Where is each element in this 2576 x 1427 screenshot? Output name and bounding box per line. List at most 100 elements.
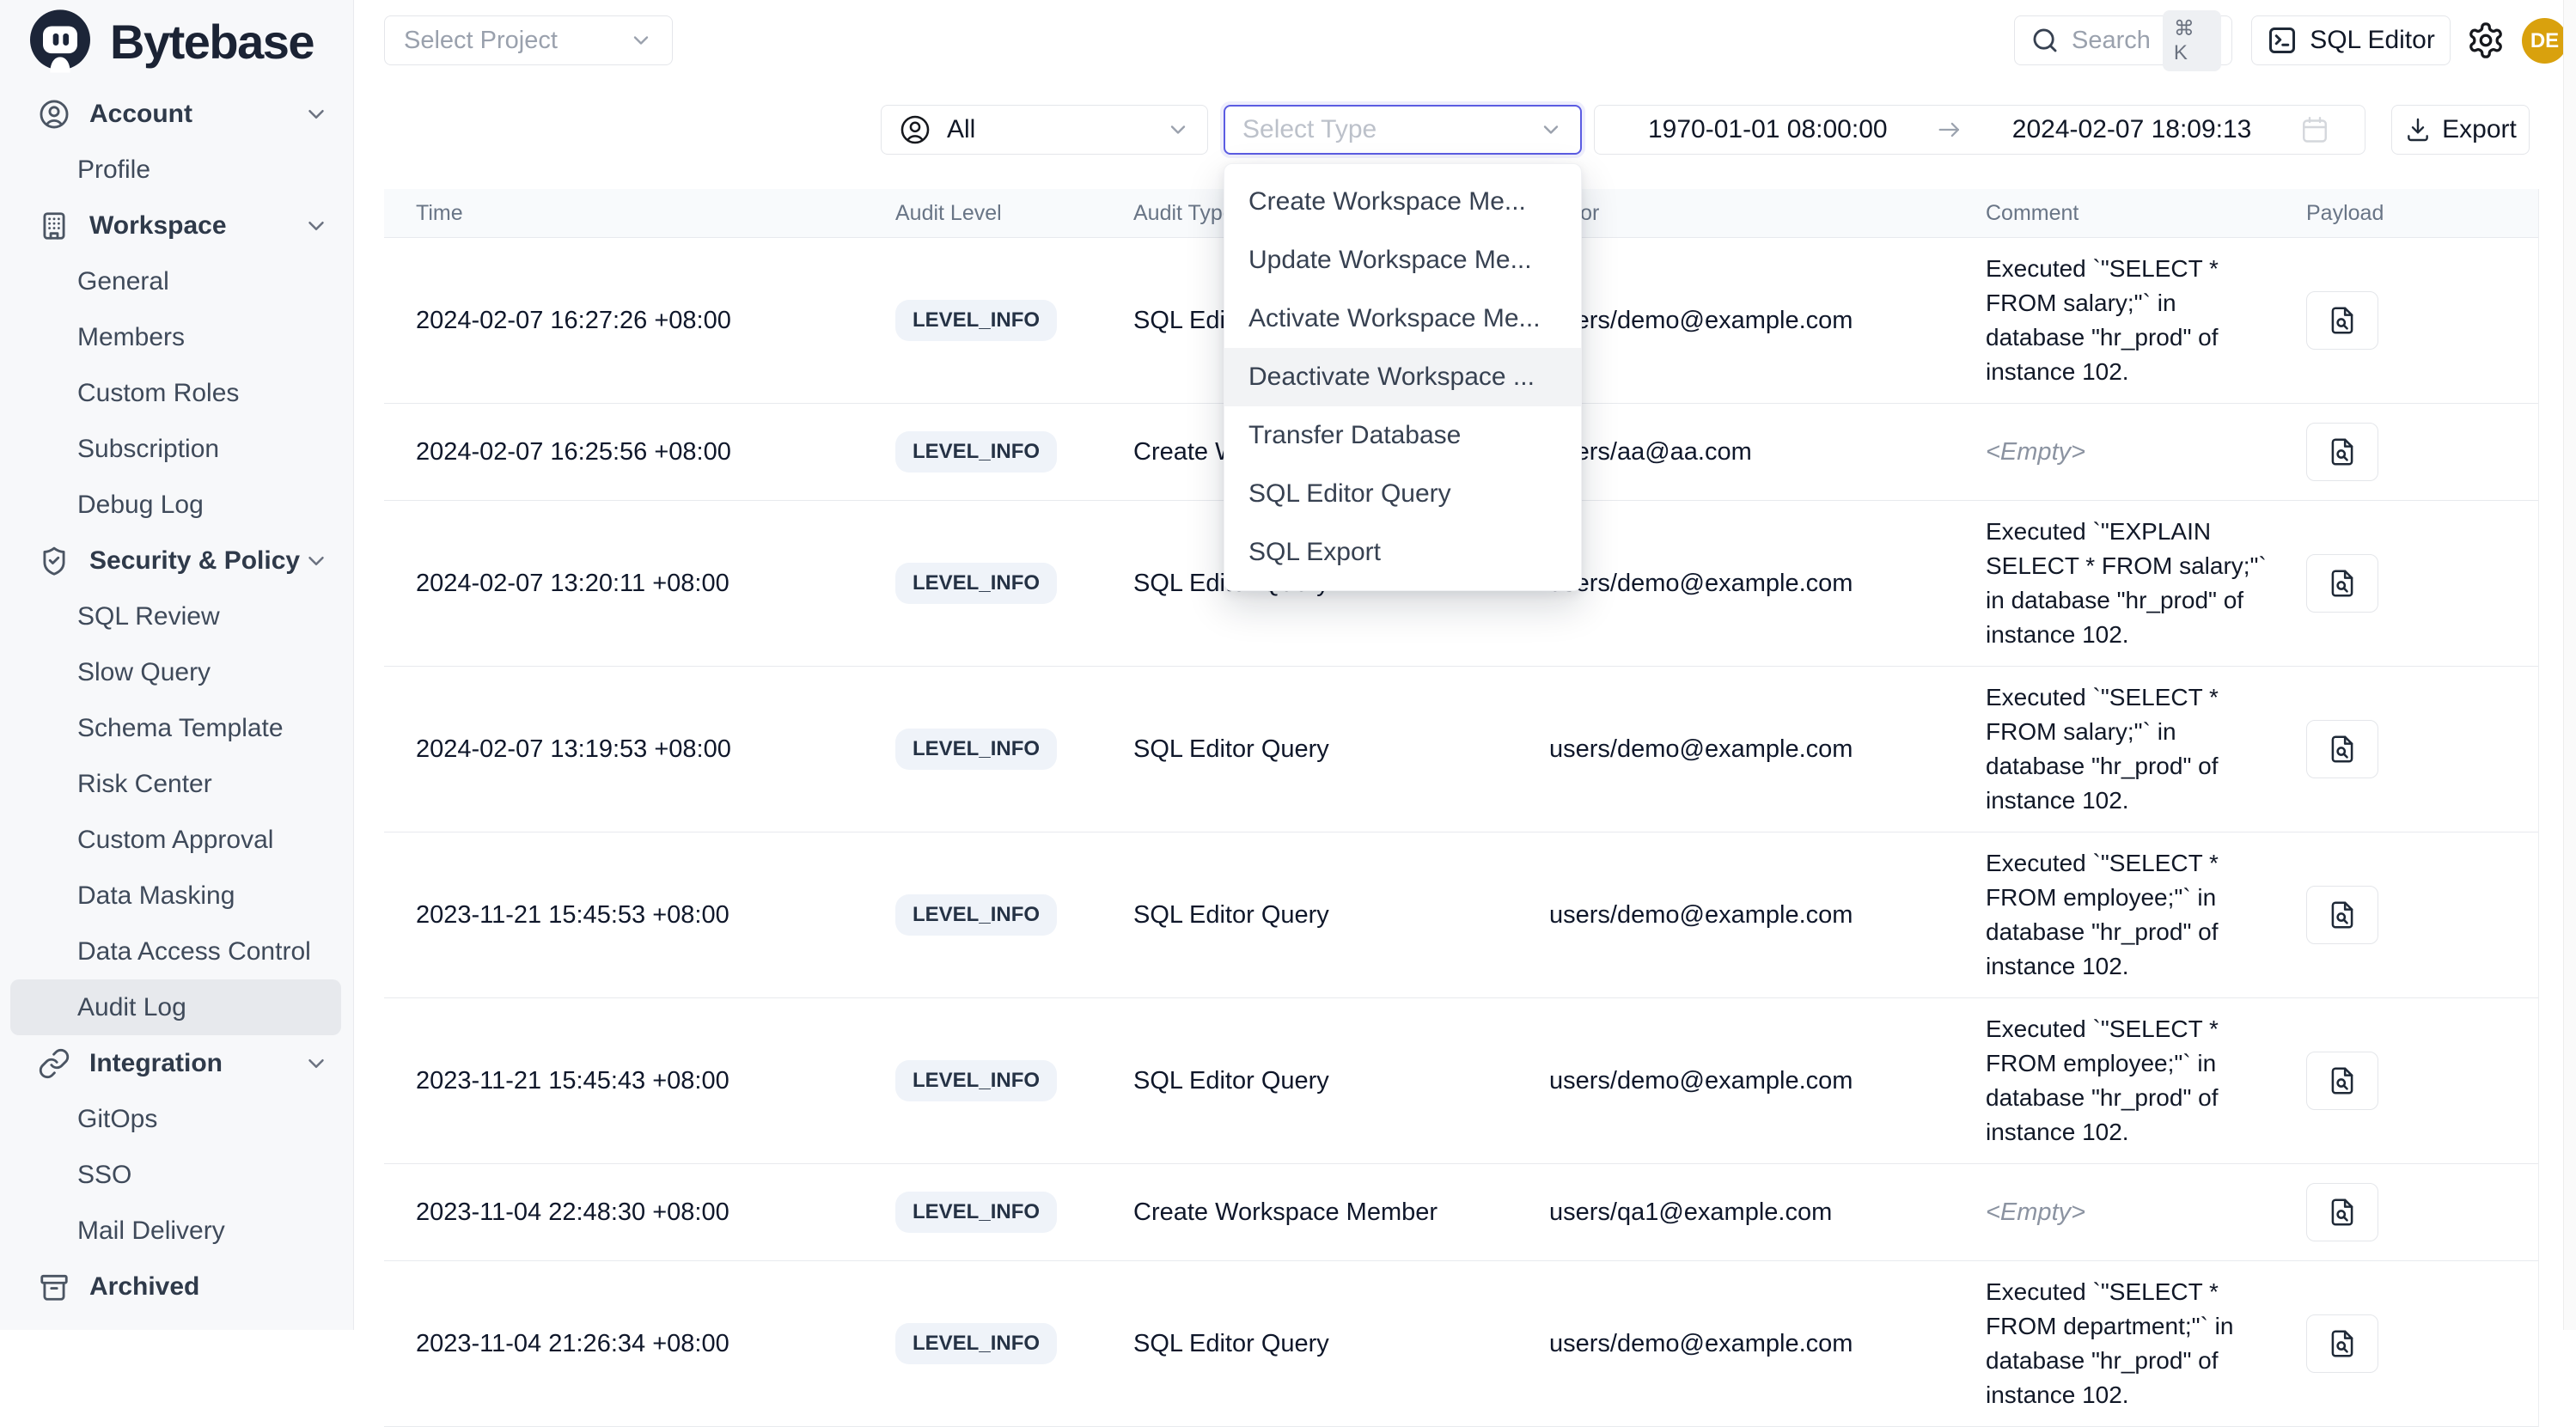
sidebar-section-label: Security & Policy (89, 546, 300, 576)
sidebar-section-workspace[interactable]: Workspace (0, 198, 353, 253)
table-row: 2023-11-04 22:48:30 +08:00LEVEL_INFOCrea… (384, 1164, 2538, 1261)
sidebar-section-label: Account (89, 100, 192, 129)
export-button[interactable]: Export (2391, 105, 2530, 155)
audit-actor: users/demo@example.com (1549, 1330, 1986, 1358)
sidebar-section-archived[interactable]: Archived (0, 1259, 353, 1314)
sidebar-item-label: Custom Roles (77, 379, 239, 408)
sidebar: Bytebase AccountProfileWorkspaceGeneralM… (0, 0, 354, 1330)
payload-view-button[interactable] (2306, 1314, 2378, 1373)
sidebar-item-label: Data Access Control (77, 937, 311, 967)
sidebar-section-account[interactable]: Account (0, 86, 353, 142)
payload-view-button[interactable] (2306, 1052, 2378, 1110)
sidebar-item-custom-approval[interactable]: Custom Approval (0, 812, 353, 868)
sql-editor-button[interactable]: SQL Editor (2251, 15, 2451, 65)
file-search-icon (2326, 899, 2359, 931)
audit-comment: <Empty> (1986, 1181, 2269, 1243)
payload-view-button[interactable] (2306, 291, 2378, 350)
date-from: 1970-01-01 08:00:00 (1648, 115, 1888, 144)
table-row: 2023-11-21 15:45:53 +08:00LEVEL_INFO SQL … (384, 832, 2538, 998)
sidebar-item-slow-query[interactable]: Slow Query (0, 644, 353, 700)
type-option-sql-editor-query[interactable]: SQL Editor Query (1224, 465, 1581, 523)
audit-type: SQL Editor Query (1133, 1067, 1549, 1095)
sidebar-item-label: GitOps (77, 1105, 157, 1134)
sidebar-item-data-masking[interactable]: Data Masking (0, 868, 353, 924)
sidebar-item-label: SSO (77, 1161, 131, 1190)
col-actor: Actor (1549, 201, 1986, 226)
sidebar-item-label: Audit Log (77, 993, 186, 1022)
audit-level-badge: LEVEL_INFO (895, 894, 1057, 936)
sidebar-item-label: Risk Center (77, 770, 212, 799)
type-option-activate-workspace-me[interactable]: Activate Workspace Me... (1224, 290, 1581, 348)
sidebar-item-sso[interactable]: SSO (0, 1147, 353, 1203)
calendar-icon (2299, 114, 2330, 145)
sidebar-item-mail-delivery[interactable]: Mail Delivery (0, 1203, 353, 1259)
sidebar-section-security-policy[interactable]: Security & Policy (0, 533, 353, 588)
audit-comment: Executed `"EXPLAIN SELECT * FROM salary;… (1986, 501, 2269, 666)
type-option-create-workspace-me[interactable]: Create Workspace Me... (1224, 173, 1581, 231)
audit-time: 2024-02-07 13:19:53 +08:00 (416, 735, 895, 764)
chevron-down-icon (629, 28, 653, 52)
type-filter-select[interactable]: Select Type (1224, 105, 1582, 155)
payload-view-button[interactable] (2306, 720, 2378, 778)
audit-type: SQL Editor Query (1133, 735, 1549, 764)
avatar[interactable]: DE (2522, 18, 2567, 64)
payload-view-button[interactable] (2306, 1183, 2378, 1241)
archive-icon (38, 1271, 70, 1303)
settings-gear-icon[interactable] (2466, 21, 2506, 60)
type-option-update-workspace-me[interactable]: Update Workspace Me... (1224, 231, 1581, 290)
audit-time: 2024-02-07 13:20:11 +08:00 (416, 570, 895, 598)
sidebar-item-debug-log[interactable]: Debug Log (0, 477, 353, 533)
sidebar-item-members[interactable]: Members (0, 309, 353, 365)
sidebar-item-schema-template[interactable]: Schema Template (0, 700, 353, 756)
arrow-right-icon (1935, 115, 1964, 144)
audit-level-badge: LEVEL_INFO (895, 1060, 1057, 1101)
search-input[interactable]: Search ⌘ K (2014, 15, 2232, 65)
file-search-icon (2326, 1196, 2359, 1229)
type-option-sql-export[interactable]: SQL Export (1224, 523, 1581, 582)
actor-filter-select[interactable]: All (881, 105, 1208, 155)
audit-actor: users/demo@example.com (1549, 735, 1986, 764)
sidebar-item-general[interactable]: General (0, 253, 353, 309)
terminal-icon (2267, 25, 2298, 56)
user-circle-icon (899, 113, 931, 146)
chevron-down-icon (303, 213, 329, 239)
payload-view-button[interactable] (2306, 886, 2378, 944)
search-shortcut-kbd: ⌘ K (2163, 10, 2221, 71)
project-select[interactable]: Select Project (384, 15, 673, 65)
sidebar-item-subscription[interactable]: Subscription (0, 421, 353, 477)
audit-actor: users/demo@example.com (1549, 307, 1986, 335)
sidebar-item-gitops[interactable]: GitOps (0, 1091, 353, 1147)
sidebar-item-risk-center[interactable]: Risk Center (0, 756, 353, 812)
brand-logo[interactable]: Bytebase (0, 0, 353, 72)
sidebar-item-label: Debug Log (77, 491, 204, 520)
date-to: 2024-02-07 18:09:13 (2012, 115, 2252, 144)
col-payload: Payload (2306, 201, 2539, 226)
project-select-placeholder: Select Project (404, 27, 558, 55)
audit-type: SQL Editor Query (1133, 901, 1549, 930)
sidebar-section-integration[interactable]: Integration (0, 1035, 353, 1091)
table-row: 2023-11-21 15:45:43 +08:00LEVEL_INFOSQL … (384, 998, 2538, 1164)
type-option-deactivate-workspace[interactable]: Deactivate Workspace ... (1224, 348, 1581, 406)
file-search-icon (2326, 1327, 2359, 1360)
building-icon (38, 210, 70, 242)
table-row: 2024-02-07 13:19:53 +08:00LEVEL_INFO SQL … (384, 667, 2538, 832)
sidebar-item-sql-review[interactable]: SQL Review (0, 588, 353, 644)
sidebar-section-label: Archived (89, 1272, 199, 1302)
brand-name: Bytebase (110, 14, 314, 70)
sidebar-item-custom-roles[interactable]: Custom Roles (0, 365, 353, 421)
bytebase-logo-icon (26, 7, 95, 76)
page-scrollbar[interactable] (2563, 0, 2576, 1330)
audit-time: 2023-11-21 15:45:53 +08:00 (416, 901, 895, 930)
chevron-down-icon (303, 101, 329, 127)
payload-view-button[interactable] (2306, 423, 2378, 481)
sidebar-item-audit-log[interactable]: Audit Log (10, 979, 341, 1035)
sidebar-item-data-access-control[interactable]: Data Access Control (0, 924, 353, 979)
type-option-transfer-database[interactable]: Transfer Database (1224, 406, 1581, 465)
date-range-picker[interactable]: 1970-01-01 08:00:00 2024-02-07 18:09:13 (1594, 105, 2365, 155)
payload-view-button[interactable] (2306, 554, 2378, 613)
col-comment: Comment (1986, 201, 2306, 226)
sidebar-item-label: SQL Review (77, 602, 220, 631)
sidebar-item-profile[interactable]: Profile (0, 142, 353, 198)
audit-level-badge: LEVEL_INFO (895, 729, 1057, 770)
type-filter-dropdown-menu: Create Workspace Me...Update Workspace M… (1224, 163, 1582, 591)
